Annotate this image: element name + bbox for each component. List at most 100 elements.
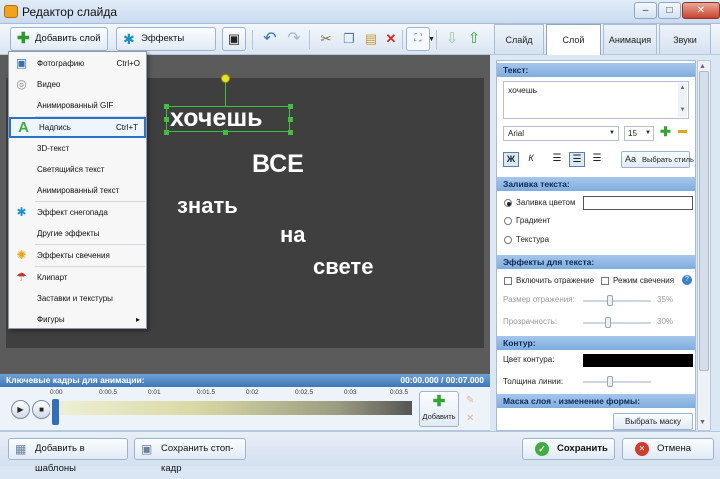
divider <box>252 30 253 49</box>
keyframe-track[interactable] <box>50 401 412 415</box>
menu-item-caption[interactable]: A Надпись Ctrl+T <box>9 117 146 138</box>
menu-item-shortcut: Ctrl+T <box>116 123 138 132</box>
divider <box>436 30 437 49</box>
font-select[interactable]: Arial ▼ <box>503 126 619 141</box>
bold-button[interactable]: Ж <box>503 152 519 167</box>
help-icon[interactable]: ? <box>682 275 692 285</box>
menu-item-clipart[interactable]: ☂ Клипарт <box>9 267 146 288</box>
slider-knob[interactable] <box>607 376 613 387</box>
delete-icon[interactable]: ✕ <box>379 27 403 51</box>
menu-item-other-effects[interactable]: Другие эффекты <box>9 223 146 244</box>
text-scrollbar[interactable]: ▲ ▼ <box>678 83 687 117</box>
text-layer-3[interactable]: знать <box>177 193 238 219</box>
fit-icon[interactable]: ⛶ <box>406 27 430 51</box>
italic-button[interactable]: К <box>523 152 539 167</box>
panel-scrollbar[interactable]: ▲ ▼ <box>697 60 711 431</box>
move-down-icon[interactable]: ⇩ <box>440 27 464 51</box>
resize-handle[interactable] <box>164 130 169 135</box>
maximize-button[interactable]: □ <box>658 2 681 19</box>
text-layer-4[interactable]: на <box>280 222 306 248</box>
menu-item-glow-text[interactable]: Светящийся текст <box>9 159 146 180</box>
menu-item-video[interactable]: ◎ Видео <box>9 74 146 95</box>
video-icon: ◎ <box>16 77 27 91</box>
align-left-icon[interactable]: ☰ <box>549 152 565 167</box>
close-button[interactable]: ✕ <box>682 2 720 19</box>
move-up-icon[interactable]: ⇧ <box>462 27 486 51</box>
tab-slide[interactable]: Слайд <box>494 24 544 54</box>
cancel-button[interactable]: ✕ Отмена <box>622 438 714 460</box>
menu-item-snowfall[interactable]: ✱ Эффект снегопада <box>9 202 146 223</box>
playhead[interactable] <box>52 399 59 425</box>
camera-icon[interactable]: ▣ <box>222 27 246 51</box>
app-icon <box>4 5 18 18</box>
window-title: Редактор слайда <box>22 5 118 19</box>
size-select[interactable]: 15 ▼ <box>624 126 654 141</box>
resize-handle[interactable] <box>223 130 228 135</box>
transparency-slider[interactable] <box>583 322 651 324</box>
reflection-checkbox[interactable] <box>504 277 512 285</box>
resize-handle[interactable] <box>164 104 169 109</box>
menu-item-photo[interactable]: ▣ Фотографию Ctrl+O <box>9 53 146 74</box>
undo-icon[interactable]: ↶ <box>258 27 282 51</box>
cut-icon[interactable]: ✂ <box>314 27 338 51</box>
slider-knob[interactable] <box>607 295 613 306</box>
menu-item-shapes[interactable]: Фигуры ▸ <box>9 309 146 330</box>
resize-handle[interactable] <box>288 104 293 109</box>
scroll-thumb[interactable] <box>699 71 709 371</box>
selection-box[interactable] <box>166 106 290 132</box>
menu-item-animated-text[interactable]: Анимированный текст <box>9 180 146 201</box>
slide-effects-button[interactable]: ✱ Эффекты слайда <box>116 27 216 66</box>
size-decrease-icon[interactable] <box>678 130 687 133</box>
rotate-handle[interactable] <box>221 74 230 83</box>
menu-item-gif[interactable]: Анимированный GIF <box>9 95 146 116</box>
choose-mask-button[interactable]: Выбрать маску <box>613 413 693 430</box>
tab-sounds[interactable]: Звуки <box>659 24 711 54</box>
line-thickness-slider[interactable] <box>583 381 651 383</box>
save-frame-button[interactable]: ▣ Сохранить стоп-кадр <box>134 438 246 474</box>
tab-layer[interactable]: Слой <box>546 24 601 55</box>
reflection-size-slider[interactable] <box>583 300 651 302</box>
scroll-up-icon[interactable]: ▲ <box>699 63 706 70</box>
play-button[interactable]: ▶ <box>11 400 30 419</box>
fill-gradient-radio[interactable] <box>504 217 512 225</box>
resize-handle[interactable] <box>164 117 169 122</box>
edit-keyframe-icon[interactable]: ✎ <box>466 395 474 406</box>
check-icon: ✓ <box>535 442 549 456</box>
ruler-tick: 0:01.5 <box>197 389 216 396</box>
fill-texture-radio[interactable] <box>504 236 512 244</box>
outline-color-swatch[interactable] <box>583 354 693 367</box>
add-layer-button[interactable]: ✚ Добавить слой <box>10 27 108 51</box>
ruler-tick: 0:00.5 <box>99 389 118 396</box>
save-button[interactable]: ✓ Сохранить <box>522 438 615 460</box>
text-input[interactable]: хочешь ▲ ▼ <box>503 81 689 119</box>
add-layer-label: Добавить слой <box>35 33 101 44</box>
fill-color-swatch[interactable] <box>583 196 693 210</box>
chevron-down-icon[interactable]: ▼ <box>428 36 435 43</box>
add-to-templates-button[interactable]: ▦ Добавить в шаблоны <box>8 438 128 474</box>
align-center-icon[interactable]: ☰ <box>569 152 585 167</box>
resize-handle[interactable] <box>288 117 293 122</box>
glow-mode-checkbox[interactable] <box>601 277 609 285</box>
delete-keyframe-icon[interactable]: ✕ <box>466 413 474 424</box>
add-to-templates-label: Добавить в шаблоны <box>35 443 85 474</box>
resize-handle[interactable] <box>288 130 293 135</box>
copy-icon[interactable]: ❐ <box>337 27 361 51</box>
tab-animation[interactable]: Анимация <box>603 24 657 54</box>
add-keyframe-button[interactable]: ✚ Добавить <box>419 391 459 427</box>
stop-button[interactable]: ■ <box>32 400 51 419</box>
menu-item-textures[interactable]: Заставки и текстуры <box>9 288 146 309</box>
menu-item-glow-effects[interactable]: ✺ Эффекты свечения <box>9 245 146 266</box>
scroll-down-icon[interactable]: ▼ <box>699 419 706 426</box>
size-increase-icon[interactable]: ✚ <box>660 124 671 140</box>
size-value: 15 <box>628 129 637 138</box>
choose-style-button[interactable]: Aa Выбрать стиль <box>621 151 694 168</box>
minimize-button[interactable]: – <box>634 2 657 19</box>
fill-color-radio[interactable] <box>504 199 512 207</box>
text-layer-2[interactable]: ВСЕ <box>252 150 304 179</box>
redo-icon[interactable]: ↷ <box>282 27 306 51</box>
text-layer-5[interactable]: свете <box>313 254 373 280</box>
slider-knob[interactable] <box>605 317 611 328</box>
divider <box>402 30 403 49</box>
menu-item-3d-text[interactable]: 3D-текст <box>9 138 146 159</box>
align-right-icon[interactable]: ☰ <box>589 152 605 167</box>
